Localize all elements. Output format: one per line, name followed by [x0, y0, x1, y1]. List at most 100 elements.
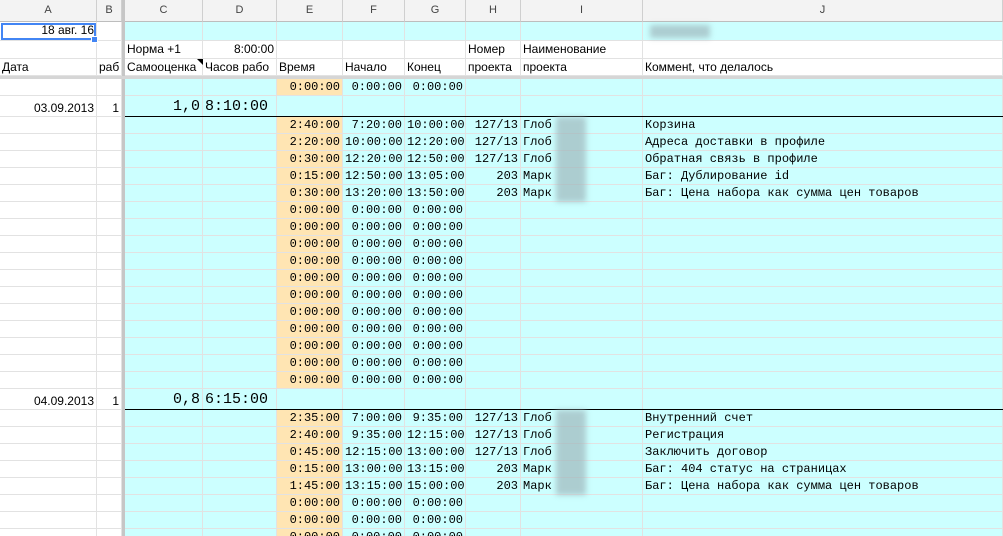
self-eval-cell[interactable]	[125, 321, 203, 338]
date-cell[interactable]	[0, 410, 97, 427]
column-header-a[interactable]: A	[0, 0, 97, 22]
header-h[interactable]: проекта	[466, 59, 521, 76]
date-cell[interactable]	[0, 219, 97, 236]
project-name-header-line1[interactable]: Наименование	[521, 41, 643, 59]
project-number-cell[interactable]: 203	[466, 185, 521, 202]
start-cell[interactable]: 0:00:00	[343, 202, 405, 219]
date-cell[interactable]	[0, 427, 97, 444]
self-eval-cell[interactable]	[125, 168, 203, 185]
summary-cell[interactable]	[643, 96, 1003, 117]
date-cell[interactable]	[0, 478, 97, 495]
comment-cell[interactable]: Баг: Дублирование id	[643, 168, 1003, 185]
start-cell[interactable]: 13:15:00	[343, 478, 405, 495]
project-number-cell[interactable]	[466, 372, 521, 389]
date-cell[interactable]	[0, 372, 97, 389]
row1-cell[interactable]	[277, 22, 343, 41]
comment-cell[interactable]	[643, 270, 1003, 287]
date-cell[interactable]	[0, 202, 97, 219]
summary-cell[interactable]	[405, 389, 466, 410]
row2-cell[interactable]	[405, 41, 466, 59]
hours-cell[interactable]	[203, 253, 277, 270]
row1-cell[interactable]	[125, 22, 203, 41]
comment-cell[interactable]	[643, 304, 1003, 321]
self-eval-cell[interactable]	[125, 410, 203, 427]
work-cell[interactable]	[97, 202, 122, 219]
work-cell[interactable]	[97, 134, 122, 151]
header-b[interactable]: раб	[97, 59, 122, 76]
row1-cell[interactable]	[343, 22, 405, 41]
start-cell[interactable]: 0:00:00	[343, 270, 405, 287]
start-cell[interactable]: 0:00:00	[343, 219, 405, 236]
hours-cell[interactable]	[203, 151, 277, 168]
time-cell[interactable]: 0:00:00	[277, 321, 343, 338]
date-cell[interactable]	[0, 253, 97, 270]
date-cell[interactable]	[0, 168, 97, 185]
hours-cell[interactable]	[203, 236, 277, 253]
end-cell[interactable]: 10:00:00	[405, 117, 466, 134]
row2-cell[interactable]	[277, 41, 343, 59]
summary-cell[interactable]	[521, 389, 643, 410]
norm-value[interactable]: 8:00:00	[203, 41, 277, 59]
project-name-cell[interactable]	[521, 338, 643, 355]
project-name-cell[interactable]	[521, 202, 643, 219]
project-name-cell[interactable]	[521, 253, 643, 270]
start-cell[interactable]: 0:00:00	[343, 372, 405, 389]
row1-cell[interactable]	[97, 22, 122, 41]
work-cell[interactable]	[97, 478, 122, 495]
end-cell[interactable]: 13:05:00	[405, 168, 466, 185]
column-header-f[interactable]: F	[343, 0, 405, 22]
work-cell[interactable]	[97, 151, 122, 168]
time-cell[interactable]: 0:30:00	[277, 151, 343, 168]
work-cell[interactable]	[97, 444, 122, 461]
comment-cell[interactable]: Заключить договор	[643, 444, 1003, 461]
summary-cell[interactable]	[277, 389, 343, 410]
end-cell[interactable]: 0:00:00	[405, 321, 466, 338]
work-cell[interactable]	[97, 427, 122, 444]
time-cell[interactable]: 0:45:00	[277, 444, 343, 461]
day-work[interactable]: 1	[97, 96, 122, 117]
comment-cell[interactable]	[643, 236, 1003, 253]
date-cell[interactable]	[0, 117, 97, 134]
hours-cell[interactable]	[203, 270, 277, 287]
day-hours[interactable]: 8:10:00	[203, 96, 277, 117]
row2-cell[interactable]	[343, 41, 405, 59]
self-eval-cell[interactable]	[125, 253, 203, 270]
comment-cell[interactable]: Адреса доставки в профиле	[643, 134, 1003, 151]
column-header-g[interactable]: G	[405, 0, 466, 22]
hours-cell[interactable]	[203, 134, 277, 151]
end-cell[interactable]: 0:00:00	[405, 355, 466, 372]
end-cell[interactable]: 0:00:00	[405, 338, 466, 355]
hours-cell[interactable]	[203, 410, 277, 427]
summary-cell[interactable]	[466, 96, 521, 117]
work-cell[interactable]	[97, 461, 122, 478]
header-c[interactable]: Самооценка	[125, 59, 203, 76]
start-cell[interactable]: 0:00:00	[343, 236, 405, 253]
self-eval-cell[interactable]	[125, 236, 203, 253]
work-cell[interactable]	[97, 168, 122, 185]
hours-cell[interactable]	[203, 202, 277, 219]
hours-cell[interactable]	[203, 304, 277, 321]
day-self-eval[interactable]: 0,8	[125, 389, 203, 410]
end-cell[interactable]: 13:15:00	[405, 461, 466, 478]
time-cell[interactable]: 0:00:00	[277, 287, 343, 304]
comment-cell[interactable]: Баг: Цена набора как сумма цен товаров	[643, 185, 1003, 202]
hours-cell[interactable]	[203, 79, 277, 96]
start-cell[interactable]: 0:00:00	[343, 529, 405, 536]
start-cell[interactable]: 7:00:00	[343, 410, 405, 427]
end-cell[interactable]: 12:50:00	[405, 151, 466, 168]
work-cell[interactable]	[97, 372, 122, 389]
project-number-cell[interactable]: 127/13	[466, 444, 521, 461]
self-eval-cell[interactable]	[125, 219, 203, 236]
project-number-cell[interactable]	[466, 270, 521, 287]
work-cell[interactable]	[97, 236, 122, 253]
project-number-cell[interactable]	[466, 79, 521, 96]
row2-cell[interactable]	[97, 41, 122, 59]
work-cell[interactable]	[97, 355, 122, 372]
project-number-cell[interactable]: 127/13	[466, 117, 521, 134]
hours-cell[interactable]	[203, 444, 277, 461]
time-cell[interactable]: 0:00:00	[277, 372, 343, 389]
day-hours[interactable]: 6:15:00	[203, 389, 277, 410]
project-name-cell[interactable]	[521, 270, 643, 287]
day-self-eval[interactable]: 1,0	[125, 96, 203, 117]
frozen-columns-divider[interactable]	[122, 0, 125, 536]
